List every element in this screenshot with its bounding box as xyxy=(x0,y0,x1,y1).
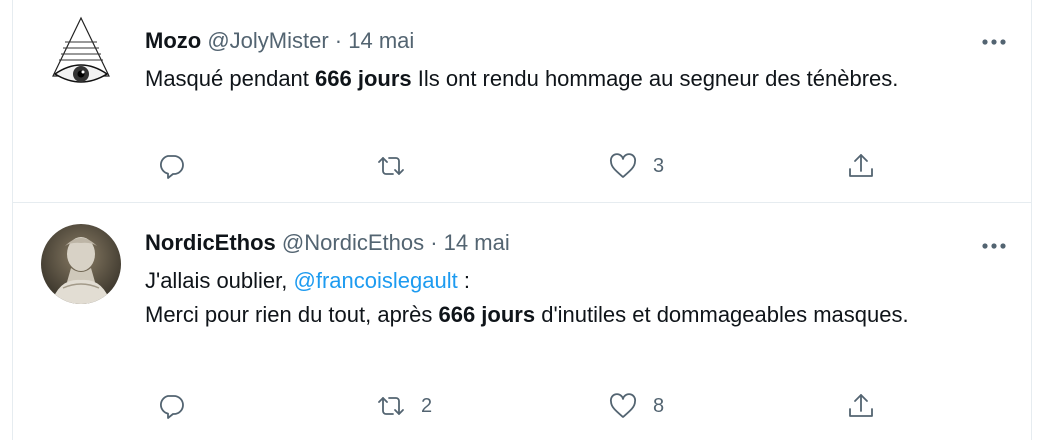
tweet-actions: 3 xyxy=(145,146,905,186)
user-handle[interactable]: @JolyMister xyxy=(207,28,328,53)
user-handle[interactable]: @NordicEthos xyxy=(282,230,424,255)
more-options-button[interactable] xyxy=(979,231,1009,261)
tweet-text-part: Merci pour rien du tout, après xyxy=(145,302,439,327)
like-button[interactable]: 3 xyxy=(607,146,664,186)
tweet-text-part: d'inutiles et dommageables masques. xyxy=(535,302,909,327)
more-dots-icon xyxy=(982,39,1006,45)
retweet-button[interactable]: 2 xyxy=(375,386,432,426)
share-button[interactable] xyxy=(845,146,877,186)
all-seeing-eye-avatar-icon xyxy=(41,12,121,92)
share-button[interactable] xyxy=(845,386,877,426)
like-count: 8 xyxy=(653,394,665,417)
reply-icon xyxy=(159,395,184,419)
like-button[interactable]: 8 xyxy=(607,386,664,426)
share-icon xyxy=(849,394,873,417)
heart-icon xyxy=(610,393,636,418)
display-name[interactable]: NordicEthos xyxy=(145,230,276,255)
tweet-date[interactable]: 14 mai xyxy=(348,28,414,53)
tweet-text-bold: 666 jours xyxy=(315,66,412,91)
tweet-feed: Mozo @JolyMister · 14 mai Masqué pendant… xyxy=(12,0,1032,440)
mention-link[interactable]: @francoislegault xyxy=(294,268,458,293)
tweet-text-line: J'allais oublier, @francoislegault : xyxy=(145,264,985,298)
tweet-text-line: Merci pour rien du tout, après 666 jours… xyxy=(145,298,985,332)
tweet-text: J'allais oublier, @francoislegault : Mer… xyxy=(145,264,985,332)
retweet-count: 2 xyxy=(421,394,433,417)
tweet-date[interactable]: 14 mai xyxy=(444,230,510,255)
reply-button[interactable] xyxy=(155,386,201,426)
separator-dot: · xyxy=(334,28,343,53)
tweet-header: NordicEthos @NordicEthos · 14 mai xyxy=(145,228,510,258)
more-dots-icon xyxy=(982,243,1006,249)
share-icon xyxy=(849,154,873,177)
tweet-actions: 2 8 xyxy=(145,386,905,426)
retweet-button[interactable] xyxy=(375,146,421,186)
tweet-text-part: Masqué pendant xyxy=(145,66,316,91)
retweet-icon xyxy=(378,397,404,415)
tweet-header: Mozo @JolyMister · 14 mai xyxy=(145,26,414,56)
heart-icon xyxy=(610,153,636,178)
tweet-text-part: : xyxy=(457,268,470,293)
display-name[interactable]: Mozo xyxy=(145,28,201,53)
tweet-text-bold: 666 jours xyxy=(438,302,536,327)
tweet[interactable]: Mozo @JolyMister · 14 mai Masqué pendant… xyxy=(13,0,1031,203)
separator-dot: · xyxy=(430,230,438,255)
statue-portrait-avatar-icon xyxy=(41,224,121,304)
tweet-text-part: J'allais oublier, xyxy=(145,268,294,293)
retweet-icon xyxy=(378,157,404,175)
tweet-text-part: Ils ont rendu hommage au segneur des tén… xyxy=(411,66,899,91)
like-count: 3 xyxy=(653,154,665,177)
reply-icon xyxy=(159,155,184,179)
tweet-text: Masqué pendant 666 jours Ils ont rendu h… xyxy=(145,62,985,96)
avatar[interactable] xyxy=(41,224,121,304)
avatar[interactable] xyxy=(41,12,121,92)
tweet[interactable]: NordicEthos @NordicEthos · 14 mai J'alla… xyxy=(13,204,1031,440)
reply-button[interactable] xyxy=(155,146,201,186)
more-options-button[interactable] xyxy=(979,27,1009,57)
